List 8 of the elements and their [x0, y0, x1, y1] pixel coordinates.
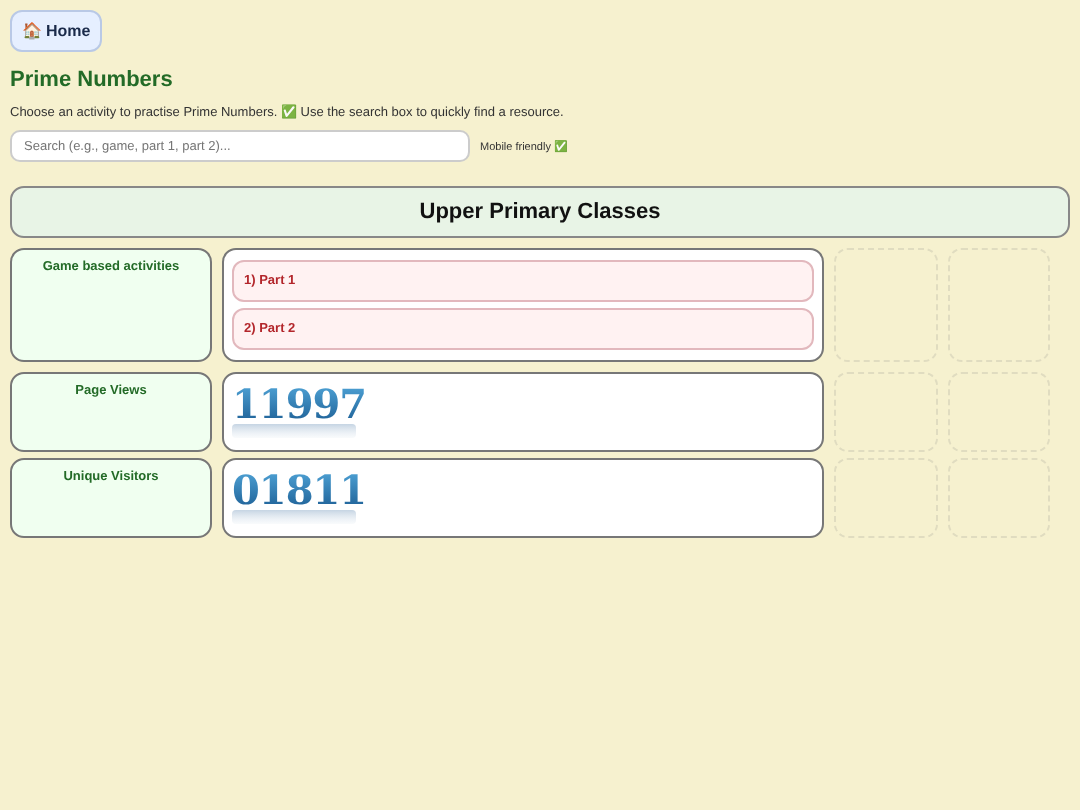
home-button[interactable]: 🏠 Home	[10, 10, 103, 52]
section-header: Upper Primary Classes	[10, 186, 1070, 238]
visitor-counter: 01811	[232, 470, 367, 510]
counter-reflection	[232, 510, 356, 526]
home-icon: 🏠	[22, 22, 42, 40]
counter-reflection	[232, 424, 356, 440]
visitor-counter: 11997	[232, 384, 367, 424]
page-title: Prime Numbers	[10, 68, 175, 92]
